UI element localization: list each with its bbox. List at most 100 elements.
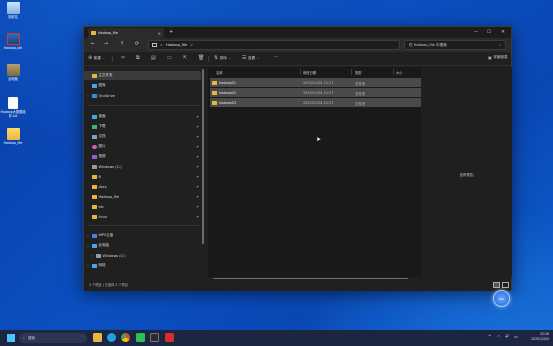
close-button[interactable]: ✕ [497,27,509,38]
details-button[interactable]: ▣ 详细信息 [488,55,508,60]
desktop-icon-label: 回收站 [8,15,18,19]
sidebar-item-windows-c-drive[interactable]: › Windows (C:) [84,251,201,260]
taskbar-chrome-icon[interactable] [121,333,130,342]
back-button[interactable]: ← [89,41,97,47]
sidebar-item-downloads[interactable]: 下载 ✦ [84,122,201,131]
tab-hadoop-file[interactable]: Hadoop_file × [88,28,164,38]
sidebar-item-label: 文档 [98,134,106,138]
sidebar-item-label: 图片 [98,144,106,148]
pin-icon[interactable]: ✦ [196,115,199,119]
sidebar-item-this-pc[interactable]: ⌄ 此电脑 [84,241,201,250]
sidebar-item-onedrive[interactable]: › OneDrive [84,91,201,100]
cut-button[interactable]: ✂ [121,55,125,61]
breadcrumb-chevron-icon[interactable]: > [190,43,193,47]
taskbar-edge-icon[interactable] [107,333,116,342]
rename-button[interactable]: ▭ [167,55,172,61]
taskbar-terminal-icon[interactable] [150,333,159,342]
volume-icon[interactable]: 🔊 [505,334,509,338]
desktop-icon-label: 此电脑 [8,77,18,81]
paste-button[interactable]: ▤ [151,55,156,61]
sidebar-item-home[interactable]: 主文件夹 [84,71,201,80]
desktop-icon-hadoop-jdk[interactable]: Hadoop-Jdk [0,33,26,50]
delete-button[interactable]: 🗑 [198,55,204,61]
sidebar-item-wps-cloud[interactable]: › WPS云盘 [84,231,201,240]
file-name: hadoop03 [219,100,236,105]
sidebar-item-desktop[interactable]: 桌面 ✦ [84,112,201,121]
sidebar-item-linux[interactable]: linux ✦ [84,212,201,221]
sidebar-item-pictures[interactable]: 图片 ✦ [84,142,201,151]
folder-icon [212,100,217,105]
system-clock[interactable]: 22:26 2025/12/04 [523,332,549,342]
sidebar-item-videos[interactable]: 视频 ✦ [84,152,201,161]
column-header-type[interactable]: 类型 [355,70,362,75]
chevron-down-icon: ⌄ [256,56,260,60]
column-header-name[interactable]: 名称 [216,70,223,75]
maximize-button[interactable]: ☐ [483,27,495,38]
column-header-size[interactable]: 大小 [396,70,403,75]
sidebar-scrollbar[interactable] [202,69,204,244]
drive-icon [92,164,97,169]
pin-icon[interactable]: ✦ [196,145,199,149]
table-row[interactable]: hadoop03 2025/12/04 22:27 文件夹 [210,98,421,107]
desktop-icon-this-pc[interactable]: 此电脑 [0,64,26,81]
taskbar-app-red-icon[interactable] [165,333,174,342]
sidebar-item-label: OneDrive [98,93,115,98]
sidebar-item-label: 视频 [98,154,106,158]
sidebar-item-hadoop-file[interactable]: Hadoop_file ✦ [84,192,201,201]
up-button[interactable]: ↑ [118,41,126,47]
more-options-button[interactable]: ··· [274,55,278,60]
search-input[interactable]: 在 Hadoop_file 中搜索 ⌕ [404,40,506,50]
floating-assistant-bubble[interactable]: 20% [493,290,510,307]
new-tab-button[interactable]: + [169,29,173,35]
sidebar-item-etc[interactable]: etc ✦ [84,202,201,211]
battery-icon[interactable]: ▭ [514,334,518,339]
sidebar-item-label: 桌面 [98,114,106,118]
pin-icon[interactable]: ✦ [196,215,199,219]
pin-icon[interactable]: ✦ [196,155,199,159]
pin-icon[interactable]: ✦ [196,185,199,189]
pin-icon[interactable]: ✦ [196,135,199,139]
search-icon: ⌕ [498,43,501,47]
start-button[interactable] [7,334,15,342]
sidebar-item-windows-c[interactable]: Windows (C:) ✦ [84,162,201,171]
details-view-button[interactable] [493,282,500,288]
address-bar[interactable]: > Hadoop_file > [148,40,400,50]
table-row[interactable]: hadoop01 2025/12/04 22:27 文件夹 [210,78,421,87]
pin-icon[interactable]: ✦ [196,125,199,129]
taskbar-file-explorer-icon[interactable] [93,333,102,342]
sidebar-item-label: 此电脑 [98,243,110,247]
wifi-icon[interactable]: ◠ [497,334,501,339]
new-button[interactable]: ⊕ 新建 ⌄ [88,55,105,61]
pin-icon[interactable]: ✦ [196,165,199,169]
tiles-view-button[interactable] [502,282,509,288]
minimize-button[interactable]: — [470,27,482,38]
taskbar: ⌕ 搜索 ^ ◠ 🔊 ▭ 22:26 2025/12/04 [0,330,553,346]
taskbar-wechat-icon[interactable] [136,333,145,342]
column-header-modified[interactable]: 修改日期 [303,70,316,75]
sidebar-item-b[interactable]: B ✦ [84,172,201,181]
desktop-icon-hadoop-txt[interactable]: Hadoop大数据组件.txt [0,97,26,118]
tray-overflow-icon[interactable]: ^ [488,334,491,339]
copy-button[interactable]: ⧉ [136,55,140,61]
share-button[interactable]: ⇱ [183,55,187,61]
divider [300,69,301,75]
breadcrumb-hadoop-file[interactable]: Hadoop_file [166,43,187,47]
pin-icon[interactable]: ✦ [196,195,199,199]
pin-icon[interactable]: ✦ [196,175,199,179]
sidebar-item-documents[interactable]: 文档 ✦ [84,132,201,141]
sidebar-item-network[interactable]: › 网络 [84,261,201,270]
view-button[interactable]: ☰ 查看 ⌄ [242,55,260,61]
sort-button[interactable]: ⇅ 排序 ⌄ [214,55,231,61]
refresh-button[interactable]: ⟳ [133,41,141,47]
sidebar-item-docs[interactable]: docs ✦ [84,182,201,191]
recycle-bin-icon [6,2,20,14]
table-row[interactable]: hadoop02 2025/12/04 22:27 文件夹 [210,88,421,97]
tab-close-icon[interactable]: × [158,31,161,36]
taskbar-search[interactable]: ⌕ 搜索 [19,333,87,343]
forward-button[interactable]: → [102,41,110,47]
sidebar-item-label: Windows (C:) [102,253,126,258]
desktop-icon-hadoop-folder[interactable]: Hadoop_file [0,128,26,145]
desktop-icon-recycle-bin[interactable]: 回收站 [0,2,26,19]
sidebar-item-gallery[interactable]: 图库 [84,81,201,90]
pin-icon[interactable]: ✦ [196,205,199,209]
